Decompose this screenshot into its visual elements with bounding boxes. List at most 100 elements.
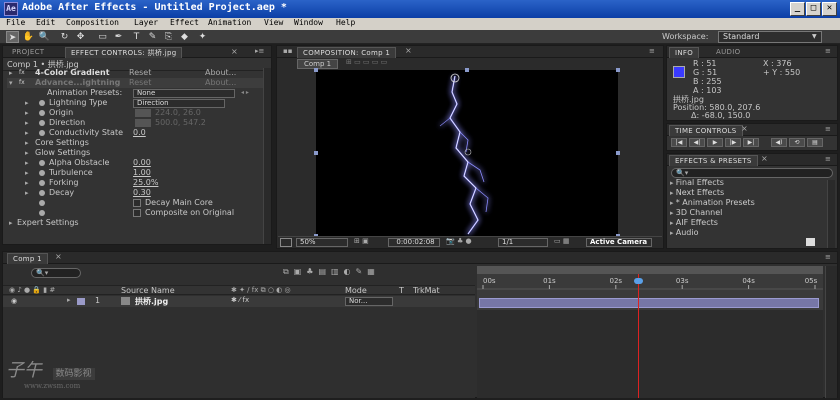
column-trkmat[interactable]: TrkMat xyxy=(413,286,440,295)
panel-menu-icon[interactable]: ≡ xyxy=(825,125,831,133)
loop-button[interactable]: ⟲ xyxy=(789,138,805,147)
expand-arrow-icon[interactable]: ▸ xyxy=(25,118,29,128)
fx-icon[interactable]: fx xyxy=(19,78,25,88)
stopwatch-icon[interactable] xyxy=(39,160,45,166)
about-link[interactable]: About... xyxy=(205,68,236,78)
expand-arrow-icon[interactable]: ▸ xyxy=(25,168,29,178)
puppet-tool-icon[interactable]: ✦ xyxy=(196,31,209,43)
expand-arrow-icon[interactable]: ▸ xyxy=(25,98,29,108)
effects-category-item[interactable]: ▸ Next Effects xyxy=(670,188,724,198)
stopwatch-icon[interactable] xyxy=(39,210,45,216)
expert-settings-row[interactable]: ▸ Expert Settings xyxy=(7,218,269,228)
rectangle-tool-icon[interactable]: ▭ xyxy=(96,31,109,43)
expand-arrow-icon[interactable]: ▸ xyxy=(9,68,13,78)
audio-button[interactable]: ◀) xyxy=(771,138,787,147)
brush-tool-icon[interactable]: ✎ xyxy=(146,31,159,43)
current-time-display[interactable]: 0:00:02:08 xyxy=(388,238,440,247)
stopwatch-icon[interactable] xyxy=(39,110,45,116)
transform-handle[interactable] xyxy=(616,68,620,72)
column-source-name[interactable]: Source Name xyxy=(121,286,175,295)
transform-handle[interactable] xyxy=(314,151,318,155)
window-title-bar[interactable]: Ae Adobe After Effects - Untitled Projec… xyxy=(0,0,840,18)
menu-view[interactable]: View xyxy=(264,18,283,27)
menu-window[interactable]: Window xyxy=(294,18,323,27)
tab-close-icon[interactable]: × xyxy=(741,124,748,133)
turbulence-value[interactable]: 1.00 xyxy=(133,168,151,178)
panel-menu-icon[interactable]: ≡ xyxy=(649,47,655,55)
eraser-tool-icon[interactable]: ◆ xyxy=(178,31,191,43)
tab-close-icon[interactable]: × xyxy=(405,46,412,55)
effects-category-item[interactable]: ▸ * Animation Presets xyxy=(670,198,755,208)
zoom-tool-icon[interactable]: 🔍 xyxy=(38,31,51,43)
origin-value[interactable]: 224.0, 26.0 xyxy=(155,108,201,118)
forking-value[interactable]: 25.0% xyxy=(133,178,158,188)
previous-frame-button[interactable]: ◀| xyxy=(689,138,705,147)
ram-preview-button[interactable]: ▤ xyxy=(807,138,823,147)
tab-close-icon[interactable]: × xyxy=(55,252,62,261)
effects-category-item[interactable]: ▸ AIF Effects xyxy=(670,218,718,228)
prev-next-preset-icon[interactable]: ◂ ▸ xyxy=(241,88,249,98)
region-of-interest-icon[interactable]: ▭ ▦ xyxy=(554,237,569,245)
work-area-bar[interactable] xyxy=(477,266,823,274)
menu-effect[interactable]: Effect xyxy=(170,18,199,27)
blend-mode-select[interactable]: Nor... xyxy=(345,297,393,306)
reset-link[interactable]: Reset xyxy=(129,68,151,78)
time-ruler[interactable]: 00s 01s 02s 03s 04s 05s xyxy=(477,274,823,290)
panel-menu-icon[interactable]: ≡ xyxy=(825,155,831,163)
effects-category-item[interactable]: ▸ Audio xyxy=(670,228,699,238)
tab-close-icon[interactable]: × xyxy=(761,154,768,163)
tab-audio[interactable]: AUDIO xyxy=(711,47,745,58)
glow-settings-row[interactable]: ▸ Glow Settings xyxy=(7,148,269,158)
column-t[interactable]: T xyxy=(399,286,404,295)
current-time-indicator[interactable] xyxy=(633,278,643,284)
composite-checkbox[interactable] xyxy=(133,209,141,217)
expand-arrow-icon[interactable]: ▸ xyxy=(25,148,29,158)
expand-arrow-icon[interactable]: ▸ xyxy=(9,218,13,228)
stopwatch-icon[interactable] xyxy=(39,120,45,126)
maximize-button[interactable]: □ xyxy=(806,2,821,16)
crosshair-point-icon[interactable] xyxy=(135,109,151,117)
core-settings-row[interactable]: ▸ Core Settings xyxy=(7,138,269,148)
composition-canvas[interactable] xyxy=(316,70,618,236)
tab-comp-timeline[interactable]: Comp 1 xyxy=(7,253,48,264)
fx-icon[interactable]: fx xyxy=(19,68,25,78)
panel-menu-icon[interactable]: ≡ xyxy=(825,47,831,55)
transform-handle[interactable] xyxy=(465,68,469,72)
animation-presets-select[interactable]: None xyxy=(133,89,235,98)
timeline-search-input[interactable]: 🔍▾ xyxy=(31,268,81,278)
new-folder-icon[interactable] xyxy=(806,238,815,246)
stopwatch-icon[interactable] xyxy=(39,190,45,196)
menu-layer[interactable]: Layer xyxy=(134,18,158,27)
effects-category-item[interactable]: ▸ Final Effects xyxy=(670,178,724,188)
timeline-graph-area[interactable]: 00s 01s 02s 03s 04s 05s xyxy=(477,266,823,398)
last-frame-button[interactable]: ▶| xyxy=(743,138,759,147)
expand-arrow-icon[interactable]: ▸ xyxy=(25,178,29,188)
alpha-value[interactable]: 0.00 xyxy=(133,158,151,168)
hand-tool-icon[interactable]: ✋ xyxy=(22,31,35,43)
effect-advanced-lightning-row[interactable]: ▾ fx Advance...ightning Reset About... xyxy=(7,78,269,88)
expand-arrow-icon[interactable]: ▸ xyxy=(25,158,29,168)
effect-panel-scrollbar[interactable] xyxy=(263,68,271,244)
tab-close-icon[interactable]: × xyxy=(231,47,238,56)
stopwatch-icon[interactable] xyxy=(39,130,45,136)
crosshair-point-icon[interactable] xyxy=(135,119,151,127)
clone-stamp-tool-icon[interactable]: ⎘ xyxy=(162,31,175,43)
decay-value[interactable]: 0.30 xyxy=(133,188,151,198)
menu-composition[interactable]: Composition xyxy=(66,18,119,27)
lightning-type-select[interactable]: Direction xyxy=(133,99,225,108)
menu-file[interactable]: File xyxy=(6,18,25,27)
panel-menu-icon[interactable]: ▸≡ xyxy=(255,47,264,55)
first-frame-button[interactable]: |◀ xyxy=(671,138,687,147)
grip-icon[interactable]: ▪▪ xyxy=(283,47,293,55)
transform-handle[interactable] xyxy=(314,68,318,72)
about-link[interactable]: About... xyxy=(205,78,236,88)
comp-mini-icons[interactable]: ⊞ ▭ ▭ ▭ ▭ xyxy=(346,58,387,66)
visibility-eye-icon[interactable]: ◉ xyxy=(11,297,17,305)
workspace-dropdown-icon[interactable]: ▼ xyxy=(812,33,817,40)
text-tool-icon[interactable]: T xyxy=(130,31,143,43)
menu-animation[interactable]: Animation xyxy=(208,18,251,27)
snapshot-icon[interactable]: 📷 ♣ ● xyxy=(446,237,472,245)
minimize-button[interactable]: _ xyxy=(790,2,805,16)
expand-arrow-icon[interactable]: ▸ xyxy=(67,296,71,304)
panel-menu-icon[interactable]: ≡ xyxy=(825,253,831,261)
